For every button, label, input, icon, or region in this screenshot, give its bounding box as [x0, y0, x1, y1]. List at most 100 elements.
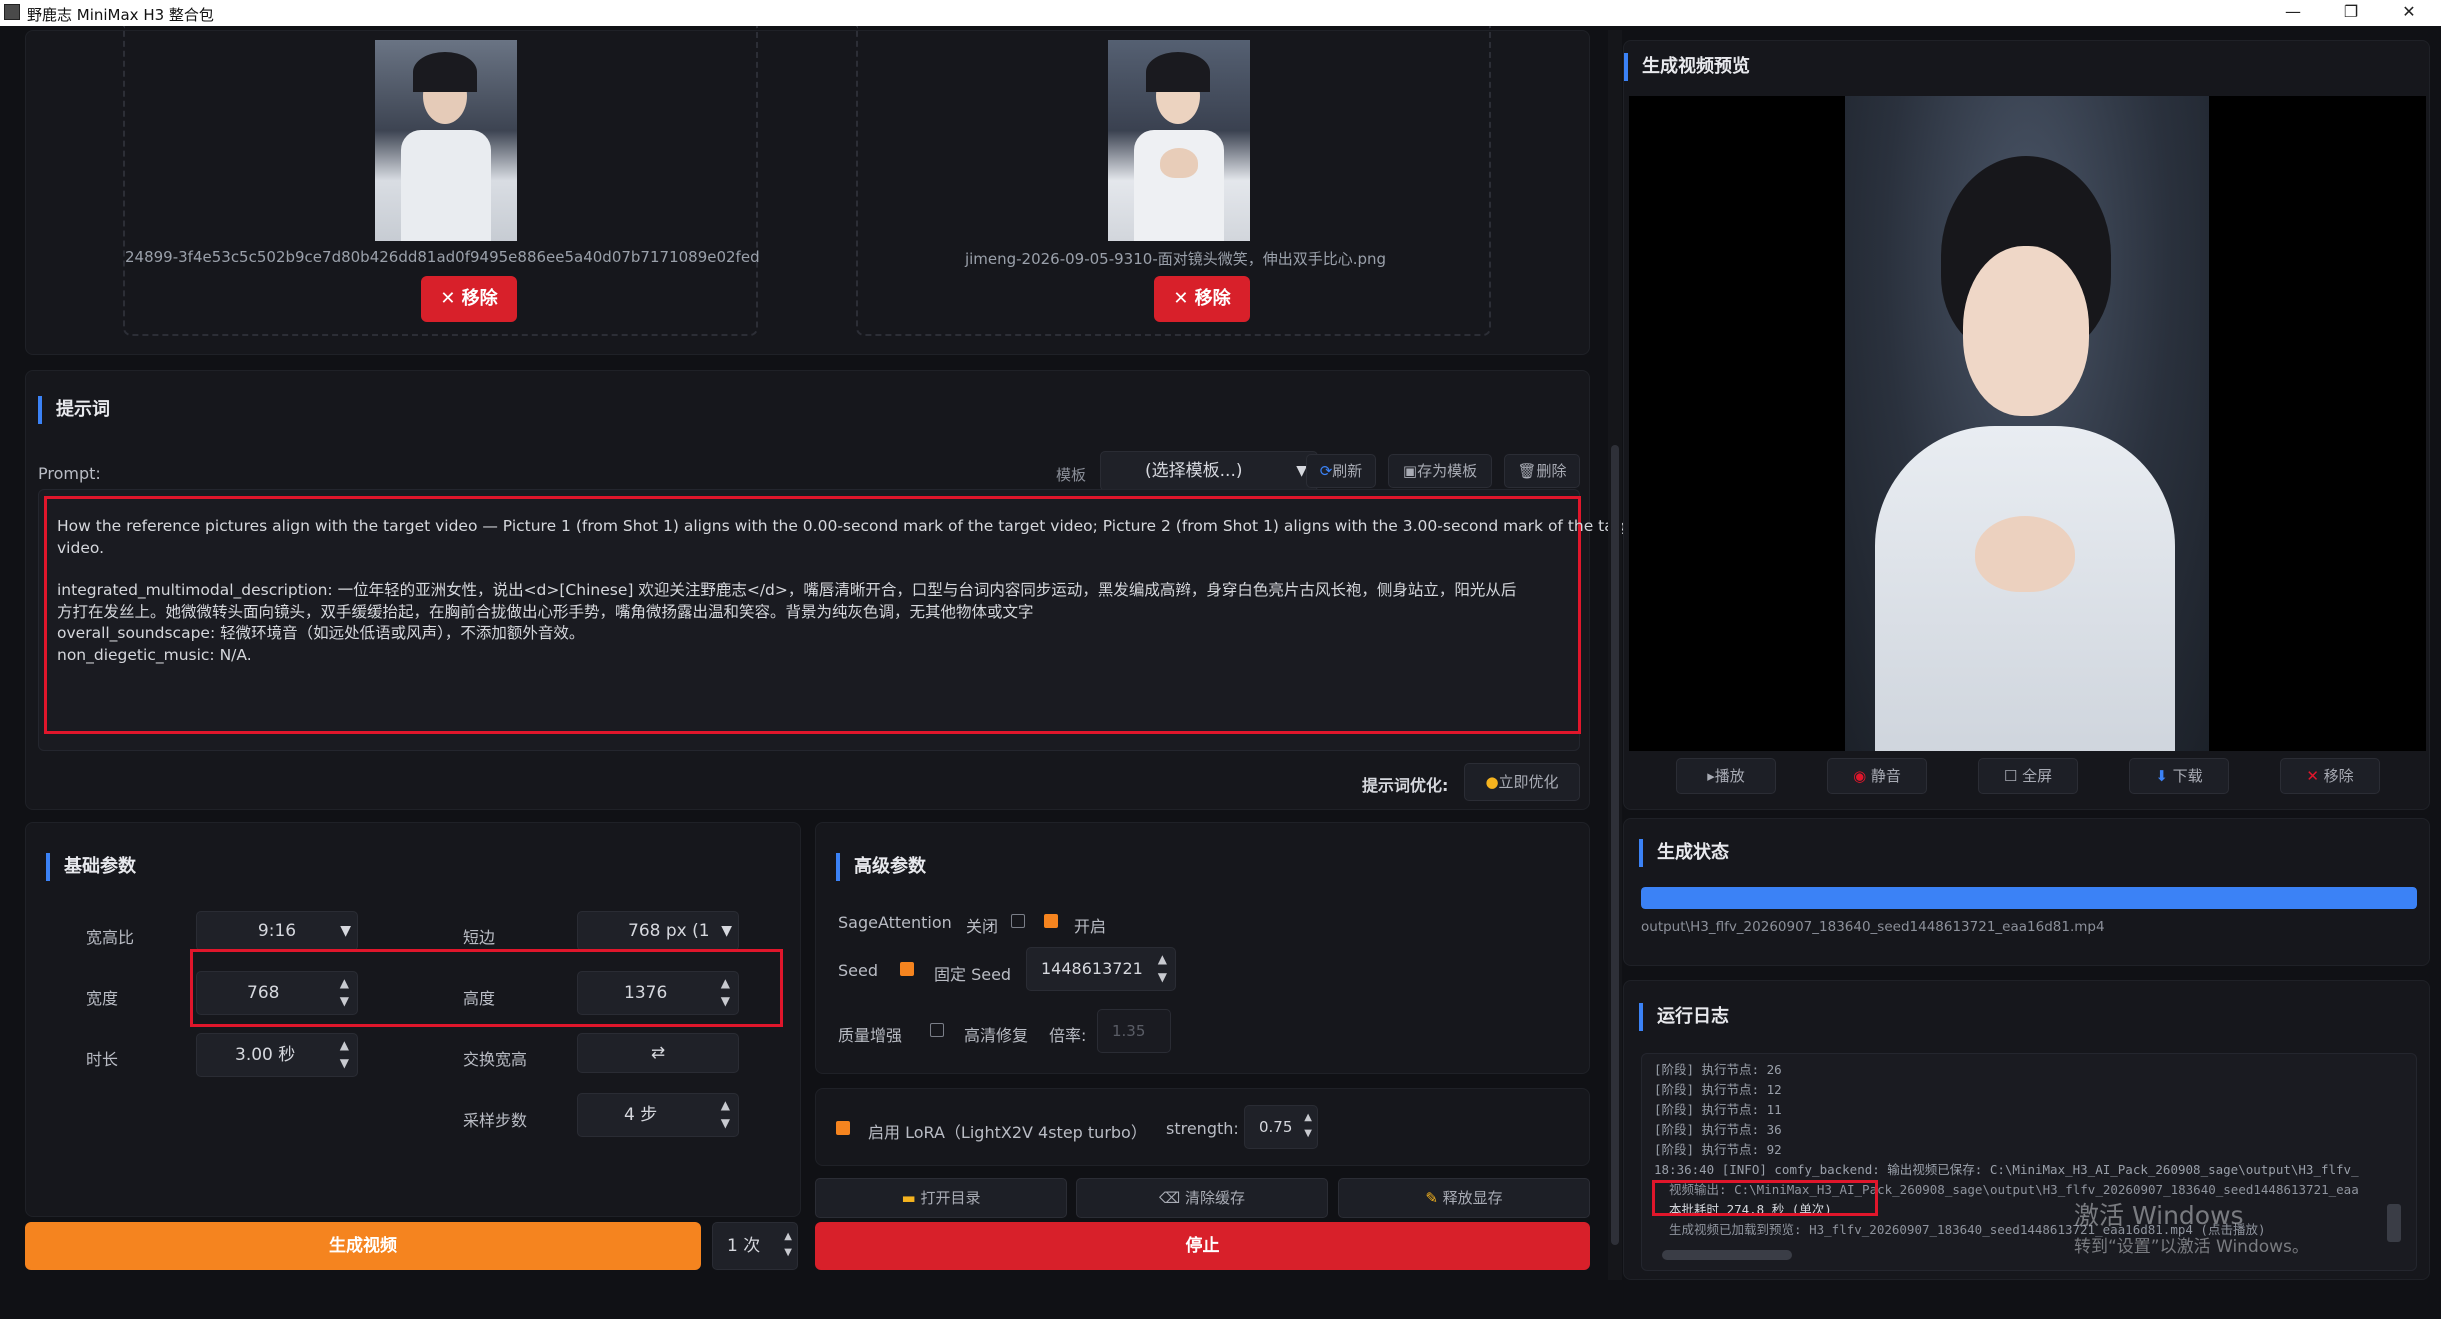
advanced-params-title: 高级参数	[836, 853, 926, 881]
chevron-down-icon: ▼	[721, 923, 732, 939]
width-value: 768	[247, 983, 280, 1003]
app-icon	[4, 4, 20, 20]
duration-input[interactable]: 3.00 秒 ▲ ▼	[196, 1033, 358, 1077]
basic-params-panel: 基础参数 宽高比 9:16 ▼ 短边 768 px (1 ▼ 宽度 768 ▲ ▼…	[25, 822, 801, 1217]
sage-on-checkbox[interactable]	[1044, 914, 1058, 928]
duration-value: 3.00 秒	[235, 1045, 296, 1065]
batch-count-input[interactable]: 1 次 ▲ ▼	[712, 1222, 798, 1270]
lora-panel: 启用 LoRA（LightX2V 4step turbo） strength: …	[815, 1088, 1590, 1166]
output-path: output\H3_flfv_20260907_183640_seed14486…	[1641, 919, 2105, 935]
reference-images-panel: 24899-3f4e53c5c502b9ce7d80b426dd81ad0f94…	[25, 26, 1590, 355]
video-frame	[1845, 96, 2209, 751]
seed-value: 1448613721	[1041, 959, 1143, 978]
log-line: [阶段] 执行节点: 12	[1654, 1082, 1782, 1097]
template-select[interactable]: (选择模板...) ▼	[1100, 451, 1318, 491]
fixed-seed-label: 固定 Seed	[934, 965, 1012, 984]
swap-dimensions-label: 交换宽高	[463, 1050, 528, 1069]
optimize-now-button[interactable]: ●立即优化	[1464, 763, 1580, 801]
stepper-arrows-icon[interactable]: ▲ ▼	[784, 1229, 792, 1261]
log-line: [阶段] 执行节点: 36	[1654, 1122, 1782, 1137]
remove-image-1-button[interactable]: ✕ 移除	[421, 276, 517, 322]
fullscreen-button[interactable]: ☐ 全屏	[1978, 758, 2078, 794]
title-bar: 野鹿志 MiniMax H3 整合包 — ❐ ✕	[0, 0, 2441, 26]
template-label: 模板	[1056, 466, 1087, 484]
close-button[interactable]: ✕	[2384, 0, 2434, 26]
stepper-arrows-icon[interactable]: ▲ ▼	[1304, 1110, 1312, 1142]
minimize-button[interactable]: —	[2268, 0, 2318, 26]
ratio-value: 1.35	[1112, 1022, 1146, 1040]
hd-fix-checkbox[interactable]	[930, 1023, 944, 1037]
refresh-template-button[interactable]: ⟳刷新	[1306, 454, 1376, 488]
close-icon: ✕	[2306, 767, 2324, 785]
width-label: 宽度	[86, 989, 119, 1008]
video-hands	[1975, 516, 2075, 592]
ratio-input[interactable]: 1.35	[1097, 1009, 1171, 1053]
log-scrollbar-thumb[interactable]	[2387, 1204, 2401, 1242]
mute-icon: ◉	[1853, 767, 1871, 785]
prompt-line: non_diegetic_music: N/A.	[57, 645, 252, 664]
open-directory-button[interactable]: ▬ 打开目录	[815, 1178, 1067, 1218]
video-preview-title: 生成视频预览	[1624, 53, 1750, 81]
stepper-arrows-icon[interactable]: ▲ ▼	[721, 1096, 730, 1132]
log-horizontal-scrollbar[interactable]	[1662, 1250, 1792, 1260]
save-icon: ▣	[1402, 462, 1418, 480]
prompt-line: How the reference pictures align with th…	[57, 517, 1646, 535]
duration-label: 时长	[86, 1050, 119, 1069]
delete-template-button[interactable]: 🗑删除	[1504, 454, 1580, 488]
restore-button[interactable]: ❐	[2326, 0, 2376, 26]
remove-image-2-button[interactable]: ✕ 移除	[1154, 276, 1250, 322]
chevron-down-icon: ▼	[340, 923, 351, 939]
sampling-steps-input[interactable]: 4 步 ▲ ▼	[577, 1093, 739, 1137]
stepper-arrows-icon[interactable]: ▲ ▼	[340, 1036, 349, 1072]
height-input[interactable]: 1376 ▲ ▼	[577, 971, 739, 1015]
log-line: [阶段] 执行节点: 26	[1654, 1062, 1782, 1077]
clear-cache-button[interactable]: ⌫ 清除缓存	[1076, 1178, 1328, 1218]
progress-bar	[1641, 887, 2417, 909]
swap-icon: ⇄	[650, 1043, 666, 1063]
image-slot-1[interactable]: 24899-3f4e53c5c502b9ce7d80b426dd81ad0f94…	[123, 26, 760, 336]
mute-button[interactable]: ◉ 静音	[1827, 758, 1927, 794]
image-slot-2[interactable]: jimeng-2026-09-05-9310-面对镜头微笑，伸出双手比心.png…	[856, 26, 1491, 336]
width-input[interactable]: 768 ▲ ▼	[196, 971, 358, 1015]
video-face	[1963, 246, 2089, 416]
run-log-panel: 运行日志 [阶段] 执行节点: 26 [阶段] 执行节点: 12 [阶段] 执行节点…	[1623, 980, 2430, 1280]
swap-dimensions-button[interactable]: ⇄	[577, 1033, 739, 1073]
basic-params-title: 基础参数	[46, 853, 136, 881]
save-template-button[interactable]: ▣存为模板	[1388, 454, 1492, 488]
log-line: 18:36:40 [INFO] comfy_backend: 输出视频已保存: …	[1654, 1162, 2359, 1177]
sampling-steps-label: 采样步数	[463, 1111, 528, 1130]
stepper-arrows-icon[interactable]: ▲ ▼	[1158, 950, 1167, 986]
folder-icon: ▬	[901, 1189, 921, 1207]
video-preview-panel: 生成视频预览 ▸播放 ◉ 静音 ☐ 全屏 ⬇ 下载 ✕ 移除	[1623, 40, 2430, 810]
video-player[interactable]	[1629, 96, 2426, 751]
seed-input[interactable]: 1448613721 ▲ ▼	[1026, 947, 1176, 991]
short-side-select[interactable]: 768 px (1 ▼	[577, 911, 739, 951]
play-button[interactable]: ▸播放	[1676, 758, 1776, 794]
prompt-optimize-label: 提示词优化:	[1362, 776, 1449, 795]
stop-button[interactable]: 停止	[815, 1222, 1590, 1270]
main-scrollbar-thumb[interactable]	[1611, 445, 1619, 1245]
strength-input[interactable]: 0.75 ▲ ▼	[1244, 1105, 1318, 1149]
stepper-arrows-icon[interactable]: ▲ ▼	[721, 974, 730, 1010]
broom-icon: ✎	[1425, 1189, 1443, 1207]
sage-off-label: 关闭	[966, 917, 999, 936]
run-log-title: 运行日志	[1639, 1003, 1729, 1031]
generation-status-panel: 生成状态 output\H3_flfv_20260907_183640_seed…	[1623, 818, 2430, 966]
lora-checkbox[interactable]	[836, 1121, 850, 1135]
fixed-seed-checkbox[interactable]	[900, 962, 914, 976]
download-button[interactable]: ⬇ 下载	[2129, 758, 2229, 794]
aspect-ratio-select[interactable]: 9:16 ▼	[196, 911, 358, 951]
short-side-label: 短边	[463, 928, 496, 947]
remove-video-button[interactable]: ✕ 移除	[2280, 758, 2380, 794]
sage-off-checkbox[interactable]	[1011, 914, 1025, 928]
main-scrollbar-track[interactable]	[1608, 30, 1622, 1280]
template-select-value: (选择模板...)	[1145, 461, 1243, 481]
lightbulb-icon: ●	[1485, 773, 1499, 791]
stepper-arrows-icon[interactable]: ▲ ▼	[340, 974, 349, 1010]
prompt-textarea[interactable]: How the reference pictures align with th…	[38, 489, 1646, 751]
height-label: 高度	[463, 989, 496, 1008]
download-icon: ⬇	[2155, 767, 2173, 785]
progress-bar-fill	[1641, 887, 2417, 909]
generate-video-button[interactable]: 生成视频	[25, 1222, 701, 1270]
free-vram-button[interactable]: ✎ 释放显存	[1338, 1178, 1590, 1218]
